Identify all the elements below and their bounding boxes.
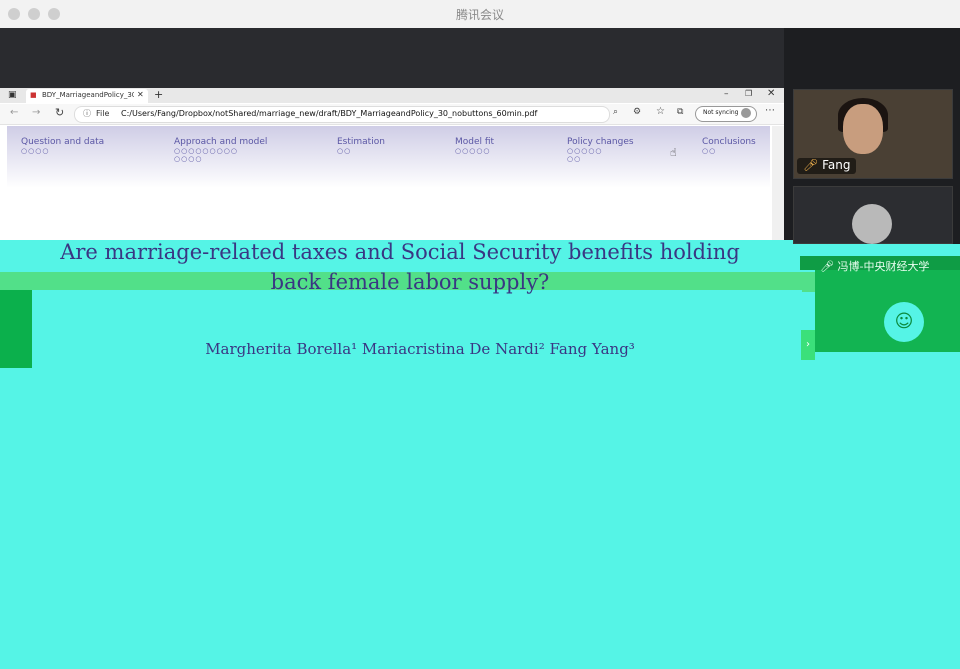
forward-icon[interactable]: → bbox=[32, 107, 40, 118]
close-browser-button[interactable]: ✕ bbox=[767, 88, 775, 99]
refresh-icon[interactable]: ↻ bbox=[55, 106, 64, 119]
participant-name-tag: 🎤︎ 冯博-中央财经大学 bbox=[820, 258, 929, 274]
speaker-name-tag: 🎤︎ Fang bbox=[797, 158, 857, 174]
nav-dots: ○○○○○ ○○ bbox=[567, 147, 603, 163]
participant-avatar bbox=[852, 204, 892, 244]
cyan-slide-area bbox=[32, 290, 802, 370]
more-menu-icon[interactable]: ⋯ bbox=[765, 105, 775, 116]
speaker-face bbox=[843, 104, 883, 154]
browser-tab[interactable]: ■ BDY_MarriageandPolicy_30_nob... ✕ bbox=[26, 89, 148, 103]
tab-close-icon[interactable]: ✕ bbox=[137, 90, 144, 99]
nav-section-approach-model[interactable]: Approach and model ○○○○○○○○○ ○○○○ bbox=[174, 137, 267, 163]
nav-dots: ○○○○ bbox=[21, 147, 50, 155]
speaker-name: Fang bbox=[822, 158, 851, 172]
new-tab-button[interactable]: + bbox=[154, 88, 163, 101]
zoom-icon[interactable]: ⌕ bbox=[613, 107, 618, 117]
slide-title-line1: Are marriage-related taxes and Social Se… bbox=[60, 240, 740, 264]
slide-authors: Margherita Borella¹ Mariacristina De Nar… bbox=[205, 340, 635, 358]
cyan-bottom-area bbox=[0, 368, 960, 669]
expand-panel-chevron-icon[interactable]: › bbox=[801, 330, 815, 360]
back-icon[interactable]: ← bbox=[10, 107, 18, 118]
slide-navigation-bar bbox=[7, 126, 770, 188]
url-text[interactable]: C:/Users/Fang/Dropbox/notShared/marriage… bbox=[121, 109, 537, 118]
nav-section-estimation[interactable]: Estimation ○○ bbox=[337, 137, 385, 155]
nav-dots: ○○○○○○○○○ ○○○○ bbox=[174, 147, 238, 163]
pdf-icon: ■ bbox=[30, 91, 37, 99]
nav-label: Policy changes bbox=[567, 137, 634, 147]
nav-dots: ○○ bbox=[702, 147, 717, 155]
restore-browser-button[interactable]: ❐ bbox=[745, 89, 752, 98]
nav-dots: ○○○○○ bbox=[455, 147, 491, 155]
participant-name: 冯博-中央财经大学 bbox=[837, 260, 930, 273]
address-bar[interactable]: ⓘ File C:/Users/Fang/Dropbox/notShared/m… bbox=[74, 106, 610, 123]
collections-icon[interactable]: ⧉ bbox=[677, 107, 683, 117]
assistant-icon[interactable]: ☺ bbox=[884, 302, 924, 342]
sync-label: Not syncing bbox=[703, 109, 739, 116]
tab-actions-icon[interactable]: ▣ bbox=[8, 90, 17, 100]
hand-cursor-icon: ☝ bbox=[670, 146, 677, 159]
read-aloud-icon[interactable]: ⚙ bbox=[633, 107, 641, 117]
nav-label: Estimation bbox=[337, 137, 385, 147]
nav-section-policy-changes[interactable]: Policy changes ○○○○○ ○○ bbox=[567, 137, 634, 163]
slide-title-line2: back female labor supply? bbox=[270, 270, 550, 294]
nav-label: Model fit bbox=[455, 137, 495, 147]
left-green-block bbox=[0, 290, 32, 370]
info-icon: ⓘ bbox=[83, 109, 91, 118]
app-title: 腾讯会议 bbox=[455, 8, 504, 22]
tab-title: BDY_MarriageandPolicy_30_nob... bbox=[42, 91, 134, 99]
shared-screen-background bbox=[0, 28, 784, 88]
nav-section-model-fit[interactable]: Model fit ○○○○○ bbox=[455, 137, 494, 155]
nav-label: Conclusions bbox=[702, 137, 756, 147]
nav-dots: ○○ bbox=[337, 147, 352, 155]
nav-section-conclusions[interactable]: Conclusions ○○ bbox=[702, 137, 756, 155]
pdf-scrollbar[interactable] bbox=[772, 126, 784, 240]
minimize-browser-button[interactable]: – bbox=[724, 89, 729, 99]
mic-icon: 🎤︎ bbox=[820, 260, 834, 273]
profile-avatar[interactable] bbox=[741, 108, 751, 118]
nav-section-question-data[interactable]: Question and data ○○○○ bbox=[21, 137, 104, 155]
sync-status-button[interactable]: Not syncing bbox=[695, 106, 757, 122]
favorites-icon[interactable]: ☆ bbox=[656, 106, 665, 117]
nav-label: Approach and model bbox=[174, 137, 268, 147]
nav-label: Question and data bbox=[21, 137, 105, 147]
microphone-icon: 🎤︎ bbox=[803, 158, 819, 172]
file-label: File bbox=[96, 109, 110, 118]
